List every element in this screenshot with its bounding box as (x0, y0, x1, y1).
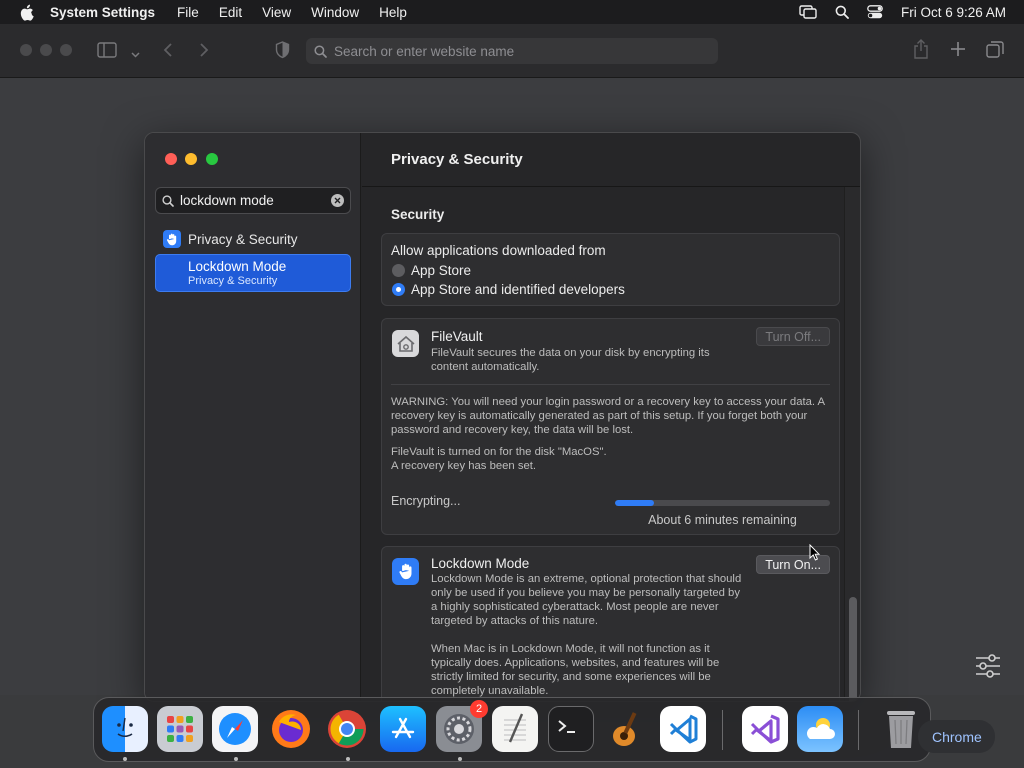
clear-search-icon[interactable] (331, 194, 344, 207)
tab-overview-icon[interactable] (986, 41, 1004, 61)
sidebar-item-label: Privacy & Security (188, 231, 298, 247)
browser-zoom-button[interactable] (60, 44, 72, 56)
filevault-warning: WARNING: You will need your login passwo… (391, 396, 825, 436)
chrome-window-pill[interactable]: Chrome (918, 720, 995, 753)
screen-mirroring-icon[interactable] (799, 5, 817, 19)
search-value: lockdown mode (180, 193, 274, 208)
filevault-title: FileVault (431, 329, 483, 344)
page-title: Privacy & Security (391, 151, 523, 168)
scrollbar-thumb[interactable] (849, 597, 857, 701)
dock-trash-icon[interactable] (878, 706, 924, 752)
sidebar-toggle-icon[interactable] (97, 42, 117, 61)
filevault-turn-off-button[interactable]: Turn Off... (756, 327, 830, 346)
dock-separator (722, 710, 723, 750)
running-indicator (458, 757, 462, 761)
lockdown-description-2: When Mac is in Lockdown Mode, it will no… (431, 643, 720, 697)
dock-weather-icon[interactable] (797, 706, 843, 752)
encryption-progress-bar (615, 500, 830, 506)
sidebar-item-label: Lockdown Mode (188, 259, 287, 274)
system-settings-window: lockdown mode Privacy & Security Lockdow… (144, 132, 861, 702)
sidebar-item-lockdown-mode[interactable]: Lockdown Mode Privacy & Security (155, 254, 351, 292)
minimize-button[interactable] (185, 153, 197, 165)
settings-content: Privacy & Security Security Allow applic… (362, 133, 860, 701)
allow-apps-card: Allow applications downloaded from App S… (381, 233, 840, 306)
radio-button-selected[interactable] (392, 283, 405, 296)
menu-view[interactable]: View (262, 5, 291, 20)
menu-clock[interactable]: Fri Oct 6 9:26 AM (901, 5, 1006, 20)
chevron-down-icon[interactable] (131, 46, 140, 61)
apple-menu-icon[interactable] (16, 2, 36, 22)
sidebar-item-privacy-security[interactable]: Privacy & Security (155, 227, 351, 251)
dock-safari-icon[interactable] (212, 706, 258, 752)
section-heading-security: Security (391, 207, 445, 222)
forward-icon[interactable] (199, 42, 209, 61)
back-icon[interactable] (163, 42, 173, 61)
spotlight-search-icon[interactable] (835, 5, 849, 19)
privacy-shield-icon[interactable] (275, 41, 290, 62)
filevault-card: FileVault FileVault secures the data on … (381, 318, 840, 535)
search-icon (314, 44, 327, 58)
dock-launchpad-icon[interactable] (157, 706, 203, 752)
menu-file[interactable]: File (177, 5, 199, 20)
divider (391, 384, 830, 385)
progress-fill (615, 500, 654, 506)
hand-icon (163, 230, 181, 248)
running-indicator (234, 757, 238, 761)
filevault-status-line1: FileVault is turned on for the disk "Mac… (391, 446, 607, 458)
sidebar-item-sublabel: Privacy & Security (188, 275, 278, 287)
dock-visual-studio-icon[interactable] (742, 706, 788, 752)
browser-toolbar: Search or enter website name (0, 24, 1024, 78)
notification-badge: 2 (470, 700, 488, 718)
dock-terminal-icon[interactable] (548, 706, 594, 752)
dock-finder-icon[interactable] (102, 706, 148, 752)
time-remaining: About 6 minutes remaining (648, 513, 797, 527)
mouse-cursor-icon (809, 543, 821, 564)
radio-app-store-identified[interactable]: App Store and identified developers (392, 282, 625, 297)
dock-textedit-icon[interactable] (492, 706, 538, 752)
radio-app-store[interactable]: App Store (392, 263, 471, 278)
dock-garageband-icon[interactable] (604, 706, 650, 752)
dock-vscode-icon[interactable] (660, 706, 706, 752)
dock-firefox-icon[interactable] (268, 706, 314, 752)
encrypting-label: Encrypting... (391, 494, 461, 508)
zoom-button[interactable] (206, 153, 218, 165)
menu-window[interactable]: Window (311, 5, 359, 20)
new-tab-icon[interactable] (950, 41, 966, 60)
lockdown-description-1: Lockdown Mode is an extreme, optional pr… (431, 573, 742, 627)
allow-apps-title: Allow applications downloaded from (391, 243, 606, 258)
share-icon[interactable] (913, 39, 929, 62)
scrollbar[interactable] (844, 187, 860, 701)
title-divider (362, 186, 860, 187)
settings-search-input[interactable]: lockdown mode (155, 187, 351, 214)
browser-minimize-button[interactable] (40, 44, 52, 56)
filevault-house-icon (392, 330, 419, 357)
dock-app-store-icon[interactable] (380, 706, 426, 752)
url-field[interactable]: Search or enter website name (306, 38, 718, 64)
sliders-icon[interactable] (975, 654, 1001, 681)
radio-button[interactable] (392, 264, 405, 277)
running-indicator (346, 757, 350, 761)
menu-help[interactable]: Help (379, 5, 407, 20)
menu-bar: System Settings File Edit View Window He… (0, 0, 1024, 24)
dock-separator (858, 710, 859, 750)
control-center-icon[interactable] (867, 5, 883, 19)
dock: 2 (93, 697, 931, 762)
radio-label: App Store (411, 263, 472, 278)
hand-icon (392, 558, 419, 585)
filevault-description: FileVault secures the data on your disk … (431, 347, 710, 373)
filevault-status-line2: A recovery key has been set. (391, 460, 537, 472)
settings-sidebar: lockdown mode Privacy & Security Lockdow… (145, 133, 361, 701)
close-button[interactable] (165, 153, 177, 165)
menu-edit[interactable]: Edit (219, 5, 242, 20)
search-icon (162, 194, 174, 207)
running-indicator (123, 757, 127, 761)
radio-label: App Store and identified developers (411, 282, 625, 297)
lockdown-mode-card: Lockdown Mode Lockdown Mode is an extrem… (381, 546, 840, 701)
browser-close-button[interactable] (20, 44, 32, 56)
dock-chrome-icon[interactable] (324, 706, 370, 752)
dock-system-settings-icon[interactable]: 2 (436, 700, 488, 752)
lockdown-title: Lockdown Mode (431, 556, 530, 571)
menu-app-name[interactable]: System Settings (50, 5, 155, 20)
url-placeholder: Search or enter website name (334, 43, 515, 59)
